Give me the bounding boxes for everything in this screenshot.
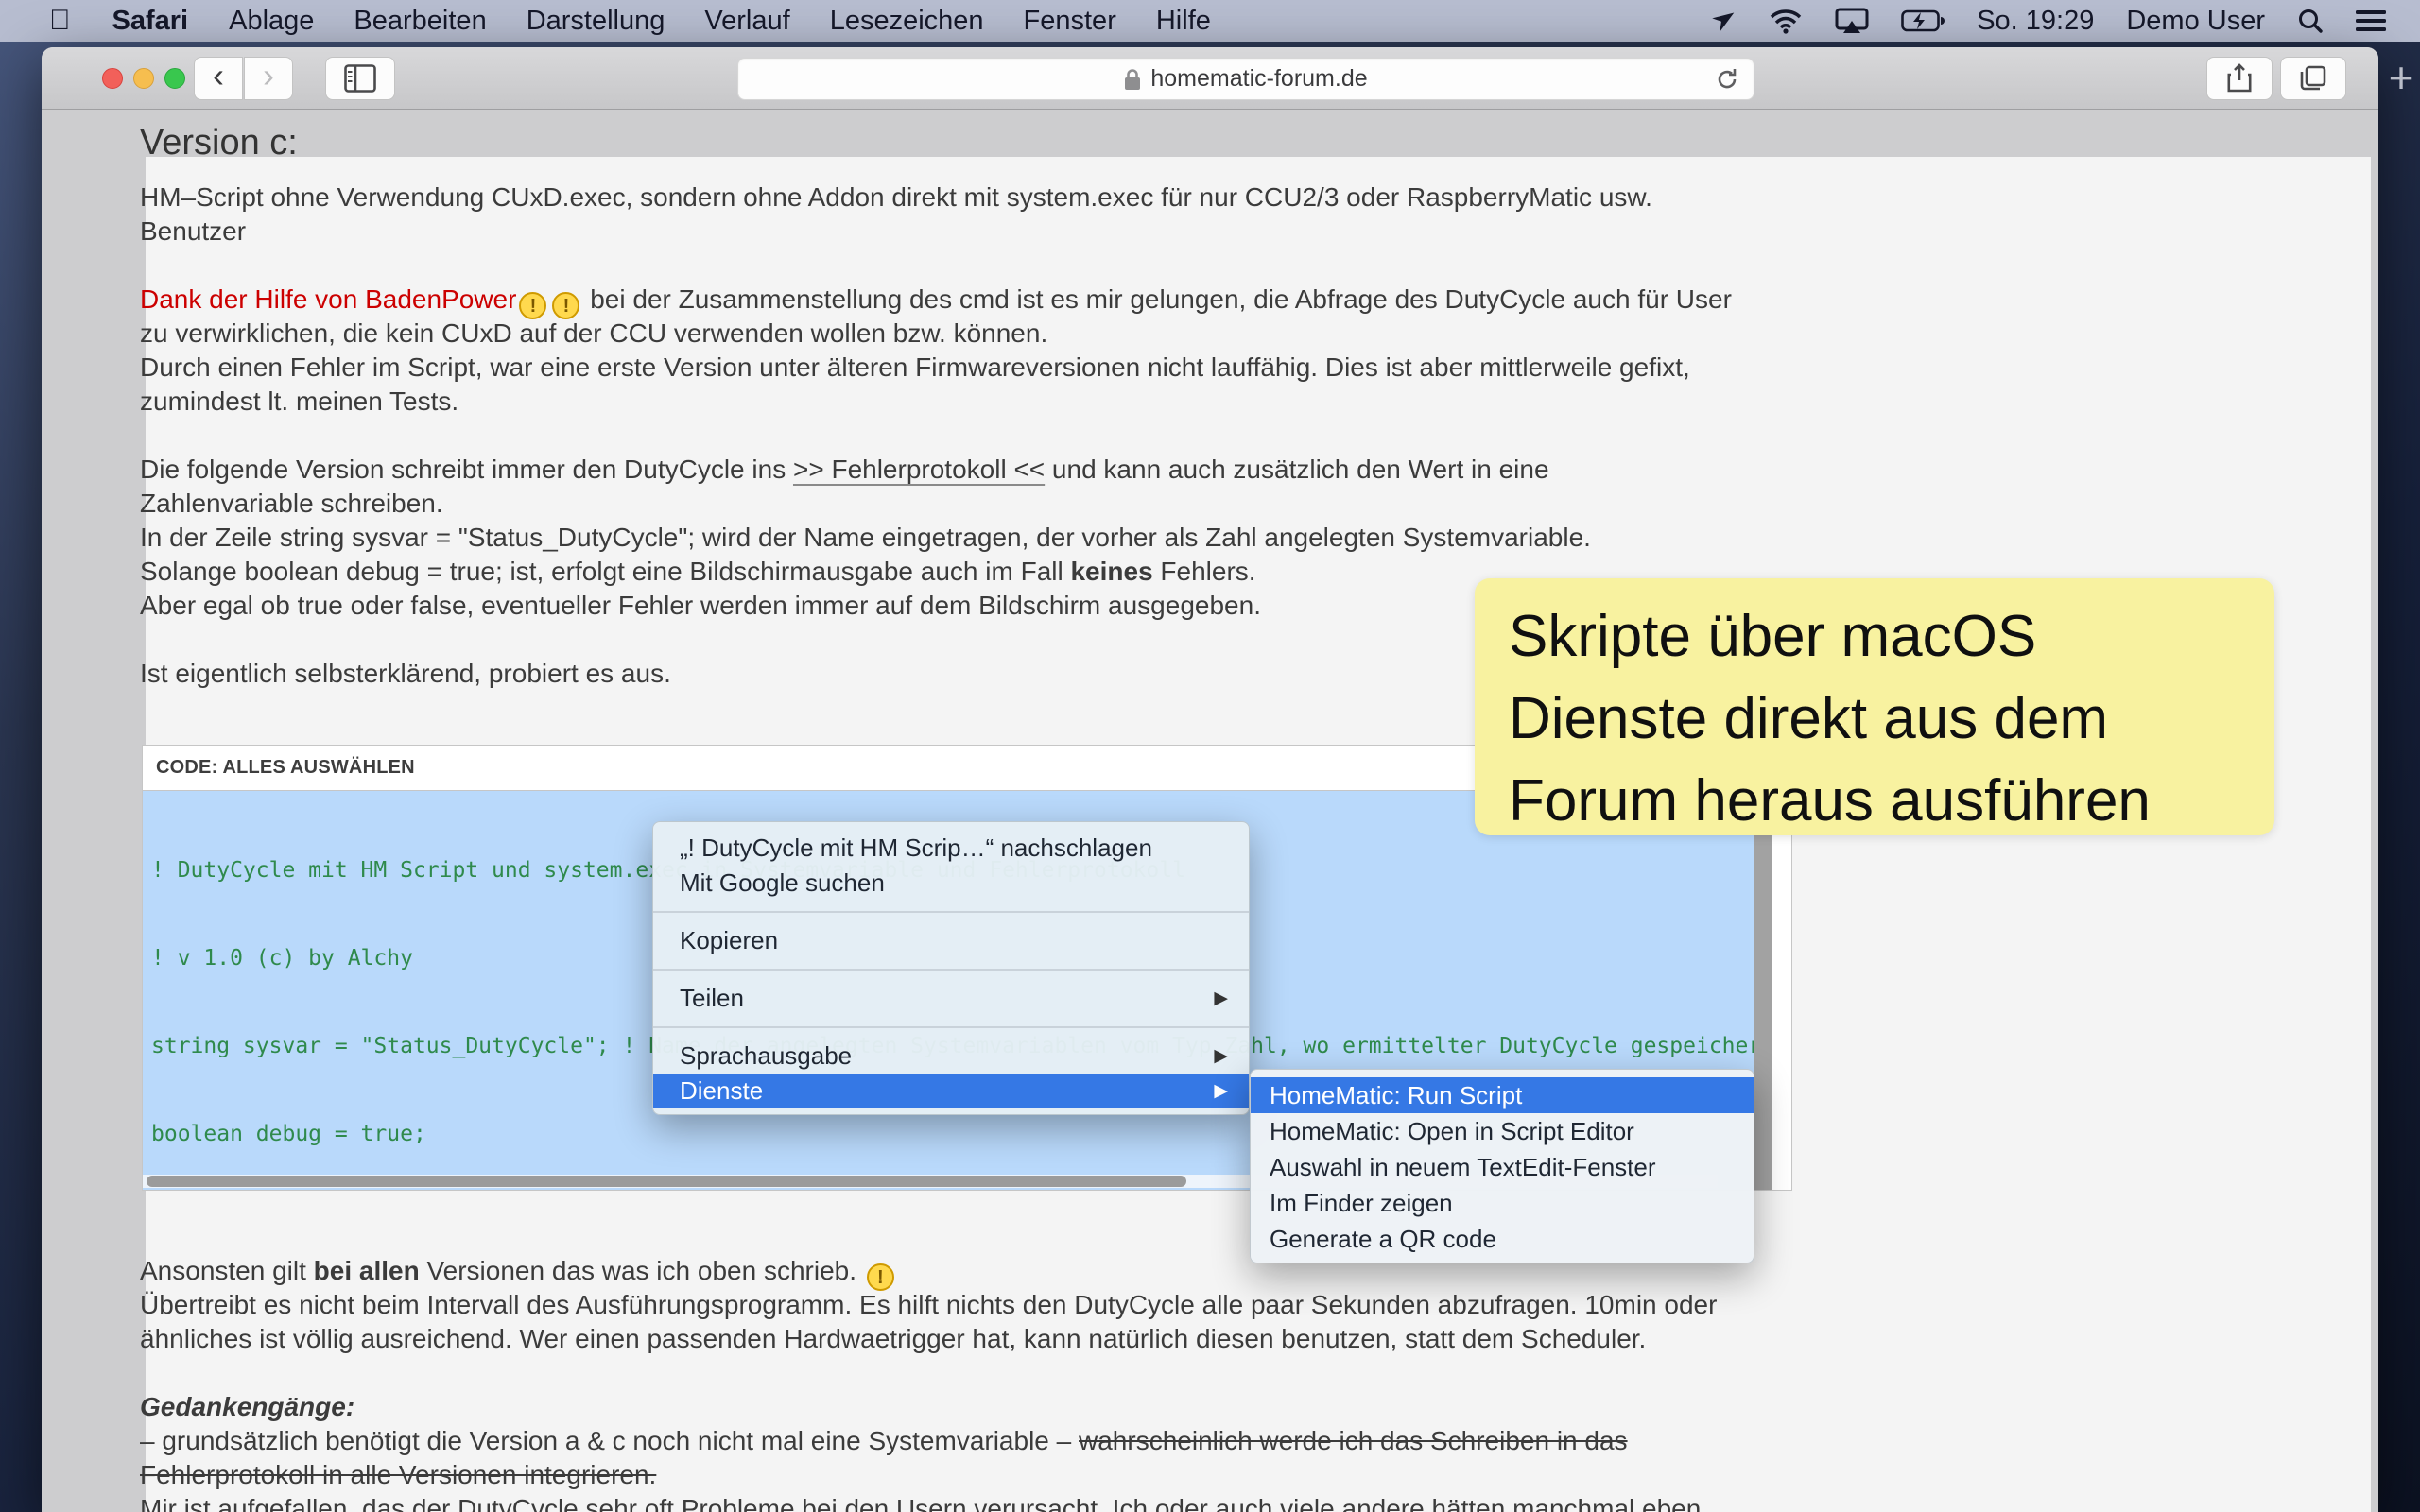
paragraph-line: Durch einen Fehler im Script, war eine e… xyxy=(140,351,1690,385)
battery-icon[interactable] xyxy=(1901,9,1945,33)
sidebar-icon xyxy=(344,64,376,93)
window-zoom-button[interactable] xyxy=(164,68,185,89)
exclaim-smiley-icon: ! xyxy=(519,292,546,319)
paragraph-line: In der Zeile string sysvar = "Status_Dut… xyxy=(140,521,1591,555)
paragraph-line: ähnliches ist völlig ausreichend. Wer ei… xyxy=(140,1322,1646,1356)
paragraph-line: Übertreibt es nicht beim Intervall des A… xyxy=(140,1288,1717,1322)
menubar-item-bearbeiten[interactable]: Bearbeiten xyxy=(334,6,506,37)
back-button[interactable]: ‹ xyxy=(194,57,243,100)
menu-separator xyxy=(653,958,1249,981)
annotation-line: Dienste direkt aus dem xyxy=(1509,678,2274,760)
submenu-item-textedit[interactable]: Auswahl in neuem TextEdit-Fenster xyxy=(1251,1149,1754,1185)
paragraph-line: HM–Script ohne Verwendung CUxD.exec, son… xyxy=(140,180,1652,215)
paragraph-line: Dank der Hilfe von BadenPower!! bei der … xyxy=(140,283,1732,319)
airplay-icon[interactable] xyxy=(1835,8,1869,34)
paragraph-line: Solange boolean debug = true; ist, erfol… xyxy=(140,555,1256,589)
services-submenu: HomeMatic: Run Script HomeMatic: Open in… xyxy=(1250,1069,1754,1263)
menu-item-copy[interactable]: Kopieren xyxy=(653,923,1249,958)
paragraph-line: Zahlenvariable schreiben. xyxy=(140,487,443,521)
paragraph-line: Mir ist aufgefallen, das der DutyCycle s… xyxy=(140,1492,1701,1512)
menubar-item-darstellung[interactable]: Darstellung xyxy=(507,6,685,37)
location-icon[interactable] xyxy=(1710,8,1737,34)
desktop:  Safari Ablage Bearbeiten Darstellung V… xyxy=(0,0,2420,1512)
menubar-clock[interactable]: So. 19:29 xyxy=(1977,6,2094,37)
submenu-arrow-icon: ▶ xyxy=(1214,988,1228,1009)
menu-list-icon[interactable] xyxy=(2356,9,2386,33)
tab-overview-button[interactable] xyxy=(2280,57,2346,100)
menu-item-share[interactable]: Teilen▶ xyxy=(653,981,1249,1016)
spotlight-search-icon[interactable] xyxy=(2297,8,2324,34)
post-heading: Version c: xyxy=(140,123,298,163)
menu-item-speech[interactable]: Sprachausgabe▶ xyxy=(653,1039,1249,1074)
share-button[interactable] xyxy=(2206,57,2273,100)
annotation-line: Skripte über macOS xyxy=(1509,595,2274,678)
paragraph-line: Die folgende Version schreibt immer den … xyxy=(140,453,1549,487)
submenu-item-homematic-open-editor[interactable]: HomeMatic: Open in Script Editor xyxy=(1251,1113,1754,1149)
menubar-app-name[interactable]: Safari xyxy=(92,6,210,37)
fehlerprotokoll-link[interactable]: >> Fehlerprotokoll << xyxy=(793,455,1045,484)
menubar-item-hilfe[interactable]: Hilfe xyxy=(1136,6,1231,37)
sidebar-toggle-button[interactable] xyxy=(325,57,395,100)
annotation-note: Skripte über macOS Dienste direkt aus de… xyxy=(1475,578,2274,835)
url-domain: homematic-forum.de xyxy=(1150,65,1367,93)
chevron-right-icon: › xyxy=(263,59,274,98)
menubar-item-lesezeichen[interactable]: Lesezeichen xyxy=(810,6,1004,37)
window-minimize-button[interactable] xyxy=(133,68,154,89)
lock-icon xyxy=(1124,68,1141,91)
paragraph-line: – grundsätzlich benötigt die Version a &… xyxy=(140,1424,1628,1458)
share-icon xyxy=(2227,63,2252,94)
wifi-icon[interactable] xyxy=(1769,8,1803,34)
menubar-item-verlauf[interactable]: Verlauf xyxy=(684,6,809,37)
window-close-button[interactable] xyxy=(102,68,123,89)
menubar-user[interactable]: Demo User xyxy=(2126,6,2265,37)
paragraph-line: Ansonsten gilt bei allen Versionen das w… xyxy=(140,1254,897,1291)
menu-item-services[interactable]: Dienste▶ xyxy=(653,1074,1249,1108)
address-bar[interactable]: homematic-forum.de xyxy=(737,58,1754,100)
paragraph-line: zumindest lt. meinen Tests. xyxy=(140,385,458,419)
gedankengaenge-heading: Gedankengänge: xyxy=(140,1390,354,1424)
new-tab-button[interactable]: + xyxy=(2382,54,2420,101)
menu-item-lookup[interactable]: „! DutyCycle mit HM Scrip…“ nachschlagen xyxy=(653,831,1249,866)
browser-toolbar: ‹ › homematic-forum.de xyxy=(42,47,2378,110)
submenu-item-show-in-finder[interactable]: Im Finder zeigen xyxy=(1251,1185,1754,1221)
menubar-item-fenster[interactable]: Fenster xyxy=(1004,6,1136,37)
forward-button[interactable]: › xyxy=(244,57,293,100)
apple-logo-icon[interactable]:  xyxy=(28,5,92,37)
submenu-arrow-icon: ▶ xyxy=(1214,1080,1228,1102)
reload-icon[interactable] xyxy=(1714,66,1740,93)
paragraph-line: Benutzer xyxy=(140,215,246,249)
submenu-item-generate-qr[interactable]: Generate a QR code xyxy=(1251,1221,1754,1257)
annotation-line: Forum heraus ausführen xyxy=(1509,760,2274,842)
exclaim-smiley-icon: ! xyxy=(552,292,579,319)
paragraph-line: Ist eigentlich selbsterklärend, probiert… xyxy=(140,657,671,691)
menu-separator xyxy=(653,901,1249,923)
scrollbar-thumb[interactable] xyxy=(147,1176,1186,1187)
red-highlight-text: Dank der Hilfe von BadenPower xyxy=(140,284,516,314)
paragraph-line: Aber egal ob true oder false, eventuelle… xyxy=(140,589,1261,623)
strikethrough-text: Fehlerprotokoll in alle Versionen integr… xyxy=(140,1458,656,1492)
chevron-left-icon: ‹ xyxy=(213,59,224,98)
submenu-item-homematic-run-script[interactable]: HomeMatic: Run Script xyxy=(1251,1077,1754,1113)
macos-menubar:  Safari Ablage Bearbeiten Darstellung V… xyxy=(0,0,2420,42)
paragraph-line: zu verwirklichen, die kein CUxD auf der … xyxy=(140,317,1047,351)
menu-item-google-search[interactable]: Mit Google suchen xyxy=(653,866,1249,901)
menubar-item-ablage[interactable]: Ablage xyxy=(209,6,334,37)
context-menu: „! DutyCycle mit HM Scrip…“ nachschlagen… xyxy=(652,821,1250,1115)
exclaim-smiley-icon: ! xyxy=(867,1263,894,1291)
menu-separator xyxy=(653,1016,1249,1039)
tabs-icon xyxy=(2299,64,2327,93)
strikethrough-text: wahrscheinlich werde ich das Schreiben i… xyxy=(1079,1426,1628,1455)
code-vertical-scrollbar[interactable] xyxy=(1754,791,1772,1190)
submenu-arrow-icon: ▶ xyxy=(1214,1045,1228,1067)
